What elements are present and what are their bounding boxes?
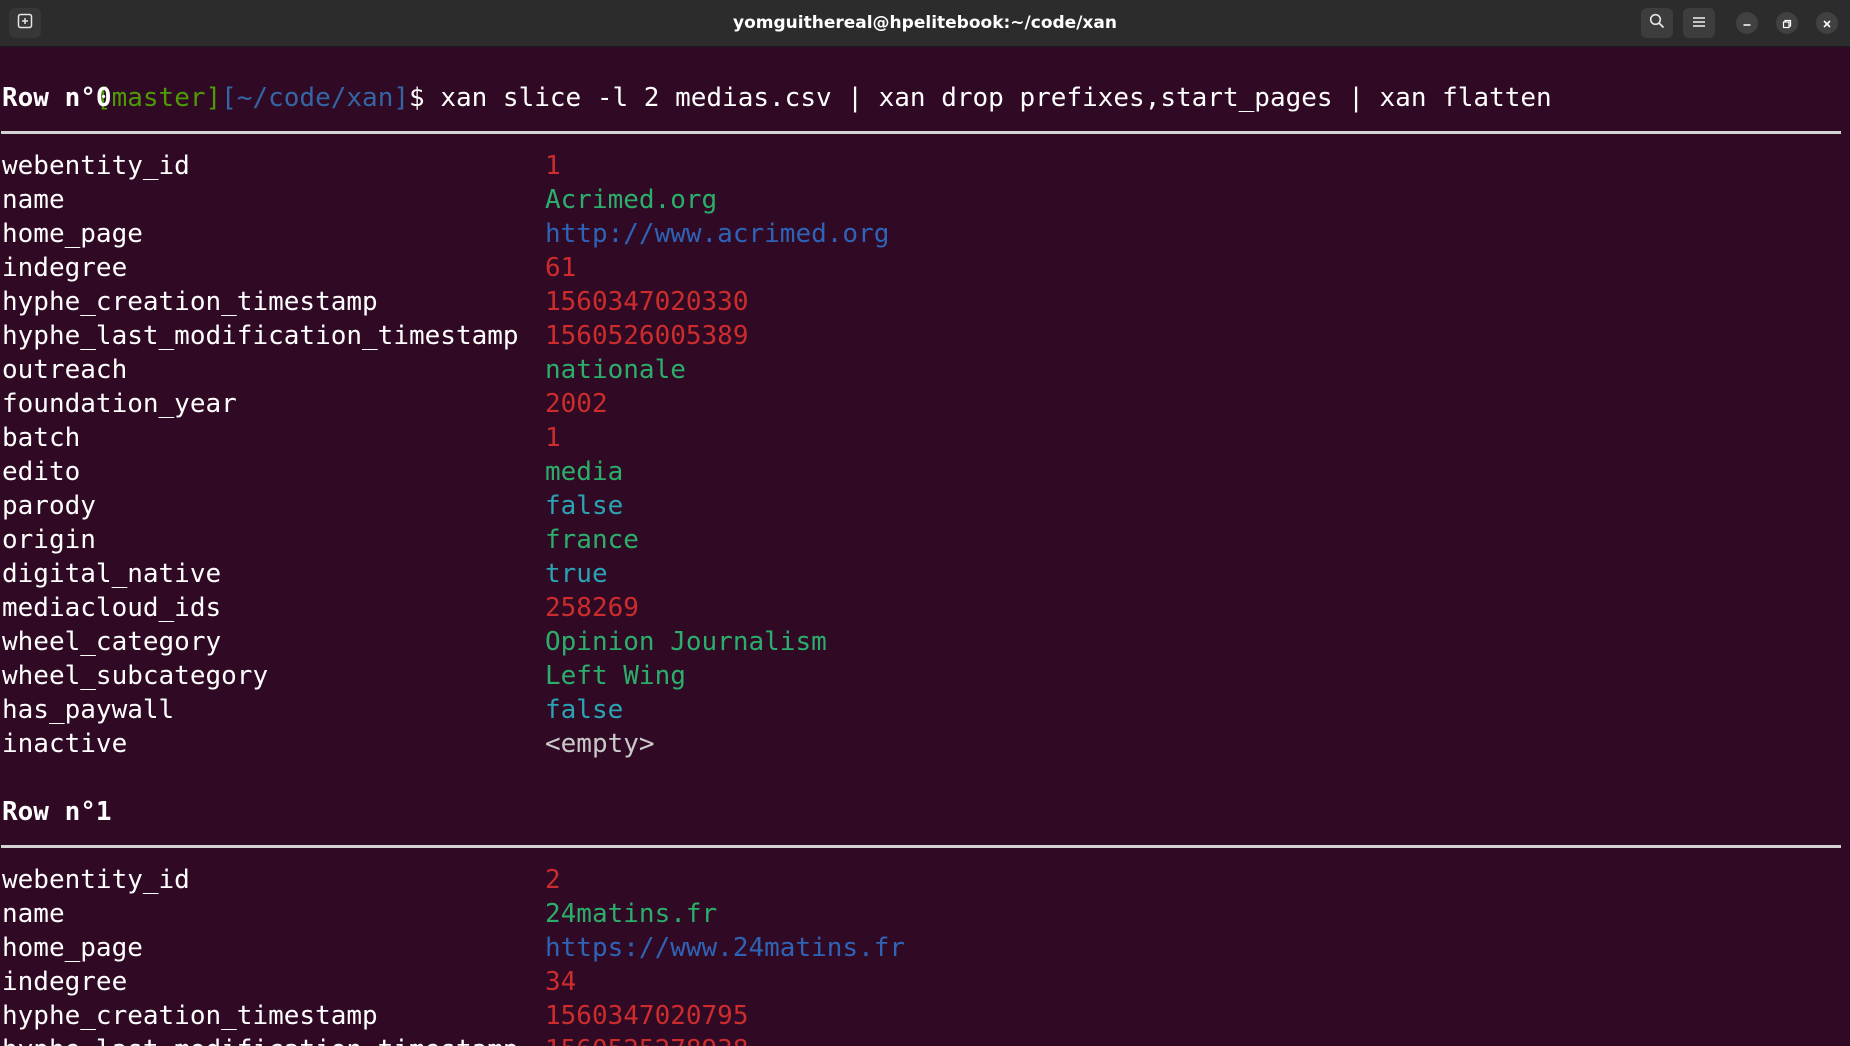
field-value: nationale: [545, 355, 686, 385]
row-separator: [1, 845, 1841, 848]
hamburger-menu-icon: [1692, 14, 1706, 33]
window-title: yomguithereal@hpelitebook:~/code/xan: [733, 13, 1117, 33]
field-value: false: [545, 491, 624, 521]
row-separator: [1, 131, 1841, 134]
field-value: 2: [545, 865, 561, 895]
field-value: 61: [545, 253, 577, 283]
field-key: digital_native: [2, 559, 222, 589]
field-value: 1560347020330: [545, 287, 749, 317]
row-title: Row n°1: [2, 797, 112, 827]
field-value: 2002: [545, 389, 608, 419]
field-key: edito: [2, 457, 81, 487]
field-key: wheel_category: [2, 627, 222, 657]
command-line: [master][~/code/xan]$ xan slice -l 2 med…: [2, 47, 1552, 113]
field-key: hyphe_creation_timestamp: [2, 1001, 378, 1031]
field-key: home_page: [2, 933, 143, 963]
field-value: <empty>: [545, 729, 655, 759]
terminal-output[interactable]: [master][~/code/xan]$ xan slice -l 2 med…: [0, 47, 1850, 1046]
field-key: parody: [2, 491, 96, 521]
field-value: 24matins.fr: [545, 899, 718, 929]
close-button[interactable]: [1816, 12, 1838, 34]
field-key: webentity_id: [2, 151, 190, 181]
field-key: outreach: [2, 355, 128, 385]
terminal-window: yomguithereal@hpelitebook:~/code/xan [ma…: [0, 0, 1850, 1046]
search-icon: [1649, 13, 1665, 33]
field-key: origin: [2, 525, 96, 555]
close-icon: [1822, 14, 1832, 33]
field-value: https://www.24matins.fr: [545, 933, 906, 963]
field-key: wheel_subcategory: [2, 661, 269, 691]
prompt-symbol: $: [409, 83, 441, 113]
field-key: has_paywall: [2, 695, 175, 725]
field-value: 1560525278938: [545, 1033, 749, 1046]
field-value: 1560526005389: [545, 321, 749, 351]
field-value: 1: [545, 151, 561, 181]
command-text: xan slice -l 2 medias.csv | xan drop pre…: [440, 83, 1552, 113]
minimize-button[interactable]: [1736, 12, 1758, 34]
field-value: 1560347020795: [545, 1001, 749, 1031]
field-value: http://www.acrimed.org: [545, 219, 890, 249]
prompt-path: [~/code/xan]: [221, 83, 409, 113]
search-button[interactable]: [1641, 8, 1673, 38]
field-key: mediacloud_ids: [2, 593, 222, 623]
field-key: inactive: [2, 729, 128, 759]
field-key: indegree: [2, 967, 128, 997]
row-title: Row n°0: [2, 83, 112, 113]
field-key: hyphe_last_modification_timestamp: [2, 321, 519, 351]
field-key: batch: [2, 423, 81, 453]
field-value: false: [545, 695, 624, 725]
field-value: 34: [545, 967, 577, 997]
field-key: home_page: [2, 219, 143, 249]
field-key: hyphe_last_modification_timestamp: [2, 1033, 519, 1046]
field-key: foundation_year: [2, 389, 237, 419]
minimize-icon: [1742, 14, 1752, 33]
field-key: hyphe_creation_timestamp: [2, 287, 378, 317]
field-key: indegree: [2, 253, 128, 283]
maximize-icon: [1782, 14, 1792, 33]
field-value: Acrimed.org: [545, 185, 718, 215]
field-value: Left Wing: [545, 661, 686, 691]
prompt-branch: [master]: [95, 83, 222, 113]
field-key: name: [2, 899, 65, 929]
field-key: webentity_id: [2, 865, 190, 895]
field-value: media: [545, 457, 624, 487]
field-key: name: [2, 185, 65, 215]
field-value: Opinion Journalism: [545, 627, 827, 657]
field-value: 1: [545, 423, 561, 453]
title-bar: yomguithereal@hpelitebook:~/code/xan: [0, 0, 1850, 47]
field-value: 258269: [545, 593, 639, 623]
maximize-button[interactable]: [1776, 12, 1798, 34]
menu-button[interactable]: [1683, 8, 1715, 38]
field-value: true: [545, 559, 608, 589]
field-value: france: [545, 525, 639, 555]
